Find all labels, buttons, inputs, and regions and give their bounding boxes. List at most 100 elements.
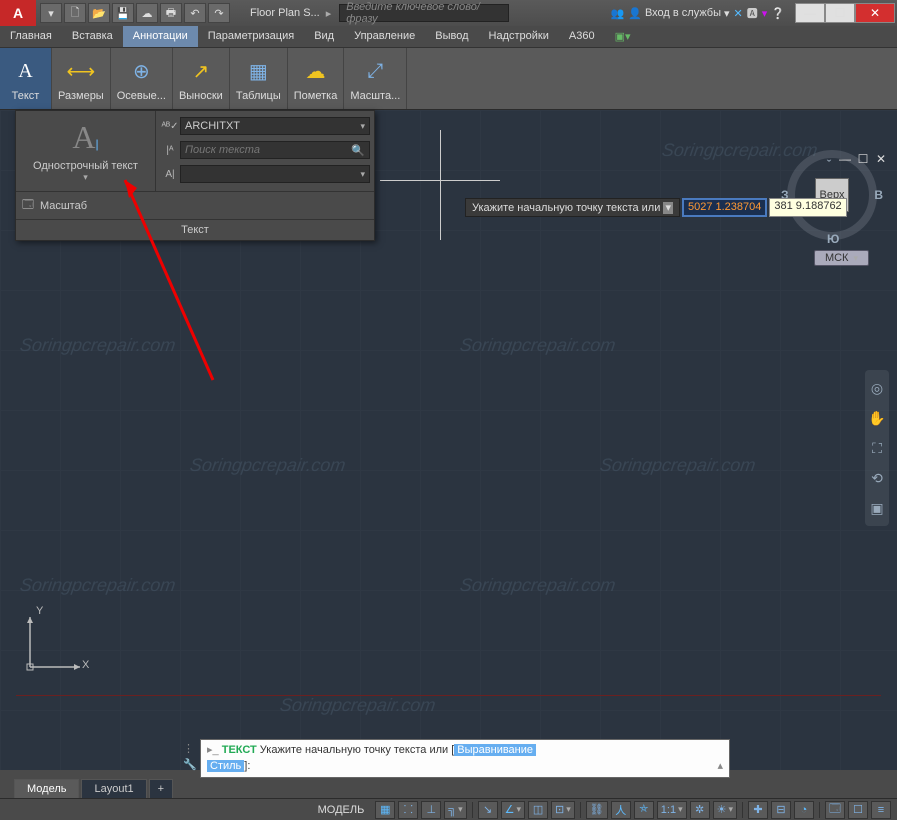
- tab-layout1[interactable]: Layout1: [81, 779, 146, 798]
- quick-access-toolbar: ▾ 🗋 📂 💾 ☁ 🖶 ↶ ↷: [40, 3, 230, 23]
- help-search-input[interactable]: Введите ключевое слово/фразу: [339, 4, 509, 22]
- tab-insert[interactable]: Вставка: [62, 26, 123, 47]
- centerline-icon: ⊕: [125, 56, 157, 88]
- open-icon[interactable]: 📂: [88, 3, 110, 23]
- cmdline-expand-icon[interactable]: ▴: [717, 759, 723, 774]
- textstyle-icon: ᴬᴮ✓: [160, 121, 180, 132]
- status-qp-icon[interactable]: ⊟: [771, 801, 791, 819]
- ucs-x-label: X: [82, 659, 89, 671]
- ribbon-panel: A Текст ⟷ Размеры ⊕ Осевые... ↗ Выноски …: [0, 48, 897, 110]
- viewcube-east[interactable]: В: [874, 188, 883, 202]
- status-transparency-icon[interactable]: 人: [611, 801, 631, 819]
- titlebar: A ▾ 🗋 📂 💾 ☁ 🖶 ↶ ↷ Floor Plan S... ▸ Введ…: [0, 0, 897, 26]
- close-button[interactable]: ✕: [855, 3, 895, 23]
- viewport-maximize-icon[interactable]: ☐: [855, 152, 871, 166]
- app-logo[interactable]: A: [0, 0, 36, 26]
- ribbon-leader[interactable]: ↗ Выноски: [173, 48, 230, 109]
- signin-button[interactable]: 👤 Вход в службы▾: [628, 7, 729, 20]
- pan-icon[interactable]: ✋: [867, 408, 887, 428]
- status-ws-icon[interactable]: ✚: [748, 801, 768, 819]
- findtext-icon: |ᴬ: [160, 145, 180, 156]
- new-file-icon[interactable]: 🗋: [64, 3, 86, 23]
- showmotion-icon[interactable]: ▣: [867, 498, 887, 518]
- tab-addins[interactable]: Надстройки: [479, 26, 559, 47]
- cmdline-handle-icon[interactable]: ⋮🔧: [183, 742, 197, 773]
- fullnav-wheel-icon[interactable]: ◎: [867, 378, 887, 398]
- viewport-minimize-icon[interactable]: —: [837, 152, 853, 166]
- wcs-selector[interactable]: МСК▾: [814, 250, 869, 266]
- save-icon[interactable]: 💾: [112, 3, 134, 23]
- status-model-button[interactable]: МОДЕЛЬ: [310, 804, 373, 816]
- plot-icon[interactable]: 🖶: [160, 3, 182, 23]
- tab-parametric[interactable]: Параметризация: [198, 26, 304, 47]
- status-clean-icon[interactable]: ☐: [848, 801, 868, 819]
- status-annoscale-icon[interactable]: ⛤: [634, 801, 654, 819]
- viewcube-north[interactable]: ˬ: [827, 148, 831, 162]
- status-scale-value[interactable]: 1:1▾: [657, 801, 687, 819]
- command-line[interactable]: ⋮🔧 ▸_ ТЕКСТ Укажите начальную точку текс…: [200, 739, 730, 778]
- status-cycling-icon[interactable]: ☀▾: [713, 801, 737, 819]
- viewcube-south[interactable]: Ю: [827, 232, 839, 246]
- ribbon-scale[interactable]: ⤢ Масшта...: [344, 48, 407, 109]
- tab-add[interactable]: +: [149, 779, 173, 798]
- status-polar-icon[interactable]: ↘: [478, 801, 498, 819]
- tab-featured[interactable]: ▣▾: [605, 26, 641, 47]
- xa-icon[interactable]: 🅰: [747, 5, 758, 21]
- cmd-option-style[interactable]: Стиль: [207, 760, 244, 772]
- ribbon-centerline[interactable]: ⊕ Осевые...: [111, 48, 173, 109]
- redo-icon[interactable]: ↷: [208, 3, 230, 23]
- findtext-input[interactable]: Поиск текста🔍: [180, 141, 370, 159]
- status-grid-icon[interactable]: ▦: [375, 801, 395, 819]
- status-annovis-icon[interactable]: ✲: [690, 801, 710, 819]
- tab-manage[interactable]: Управление: [344, 26, 425, 47]
- singleline-text-button[interactable]: A| Однострочный текст ▾: [16, 111, 156, 191]
- help-icon[interactable]: ❔: [771, 7, 785, 20]
- scale-label[interactable]: Масштаб: [40, 200, 87, 212]
- cmd-option-justify[interactable]: Выравнивание: [454, 744, 536, 756]
- ucs-icon[interactable]: X Y: [20, 607, 90, 680]
- maximize-button[interactable]: ☐: [825, 3, 855, 23]
- orbit-icon[interactable]: ⟲: [867, 468, 887, 488]
- tab-model[interactable]: Модель: [14, 779, 79, 798]
- ribbon-dimension[interactable]: ⟷ Размеры: [52, 48, 111, 109]
- status-snap-icon[interactable]: ⸬: [398, 801, 418, 819]
- ribbon-markup[interactable]: ☁ Пометка: [288, 48, 345, 109]
- infocenter-icon[interactable]: 👥: [611, 7, 625, 20]
- exchange-icon[interactable]: ✕: [734, 7, 743, 20]
- tab-view[interactable]: Вид: [304, 26, 344, 47]
- status-3dosnap-icon[interactable]: ◫: [528, 801, 548, 819]
- tab-annotate[interactable]: Аннотации: [123, 26, 198, 47]
- status-isolate-icon[interactable]: 🗔: [825, 801, 845, 819]
- dynamic-coord-input[interactable]: 5027 1.238704: [682, 198, 767, 217]
- new-icon[interactable]: ▾: [40, 3, 62, 23]
- tab-home[interactable]: Главная: [0, 26, 62, 47]
- viewport-controls: — ☐ ✕: [837, 152, 889, 166]
- leader-icon: ↗: [185, 56, 217, 88]
- scale-icon: ⤢: [359, 56, 391, 88]
- scale-list-icon[interactable]: 🗔: [22, 196, 34, 215]
- viewport-close-icon[interactable]: ✕: [873, 152, 889, 166]
- status-bar: МОДЕЛЬ ▦ ⸬ ⊥ ╗▾ ↘ ∠▾ ◫ ⊡▾ ⛓ 人 ⛤ 1:1▾ ✲ ☀…: [0, 798, 897, 820]
- status-osnap-icon[interactable]: ∠▾: [501, 801, 525, 819]
- textheight-dropdown[interactable]: ▾: [180, 165, 370, 183]
- minimize-button[interactable]: —: [795, 3, 825, 23]
- textstyle-dropdown[interactable]: ARCHITXT▾: [180, 117, 370, 135]
- status-infer-icon[interactable]: ⊥: [421, 801, 441, 819]
- crosshair-vertical: [440, 130, 441, 240]
- tab-output[interactable]: Вывод: [425, 26, 478, 47]
- saveas-icon[interactable]: ☁: [136, 3, 158, 23]
- help-dropdown-icon[interactable]: ▾: [762, 7, 768, 20]
- status-lineweight-icon[interactable]: ⛓: [586, 801, 608, 819]
- tab-a360[interactable]: A360: [559, 26, 605, 47]
- status-otrack-icon[interactable]: ⊡▾: [551, 801, 575, 819]
- status-ortho-icon[interactable]: ╗▾: [444, 801, 466, 819]
- status-units-icon[interactable]: ◔: [794, 801, 814, 819]
- status-custom-icon[interactable]: ≡: [871, 801, 891, 819]
- undo-icon[interactable]: ↶: [184, 3, 206, 23]
- ribbon-text[interactable]: A Текст: [0, 48, 52, 109]
- layout-tabs: Модель Layout1 +: [14, 779, 173, 798]
- zoom-extents-icon[interactable]: ⛶: [867, 438, 887, 458]
- ribbon-table[interactable]: ▦ Таблицы: [230, 48, 288, 109]
- title-dropdown-icon[interactable]: ▸: [326, 7, 332, 20]
- panel-title: Текст: [16, 219, 374, 240]
